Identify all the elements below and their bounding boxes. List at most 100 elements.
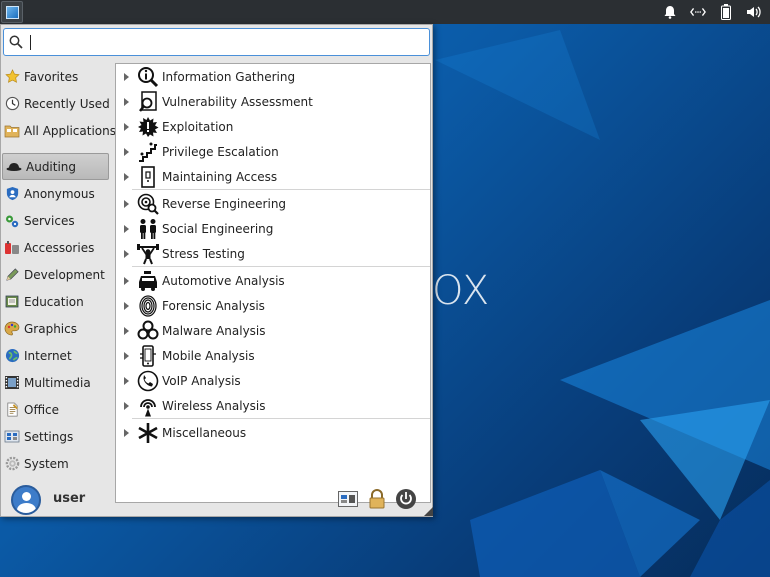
category-graphics[interactable]: Graphics xyxy=(1,315,113,342)
category-label: Favorites xyxy=(24,69,79,84)
settings-manager-button[interactable] xyxy=(336,488,360,512)
settings-panel-icon xyxy=(4,429,20,445)
app-reverse-engineering[interactable]: Reverse Engineering xyxy=(116,191,430,216)
category-label: Internet xyxy=(24,348,72,363)
category-label: Graphics xyxy=(24,321,77,336)
system-tray xyxy=(662,3,762,21)
expand-arrow-icon[interactable] xyxy=(124,147,129,156)
app-privilege-escalation[interactable]: Privilege Escalation xyxy=(116,139,430,164)
expand-arrow-icon[interactable] xyxy=(124,376,129,385)
category-label: Multimedia xyxy=(24,375,91,390)
app-label: Forensic Analysis xyxy=(162,298,265,313)
category-label: All Applications xyxy=(24,123,116,138)
app-label: Exploitation xyxy=(162,119,234,134)
battery-icon[interactable] xyxy=(718,4,734,20)
category-system[interactable]: System xyxy=(1,450,113,477)
network-icon[interactable] xyxy=(690,4,706,20)
bell-icon[interactable] xyxy=(662,4,678,20)
app-maintaining-access[interactable]: Maintaining Access xyxy=(116,164,430,189)
category-education[interactable]: Education xyxy=(1,288,113,315)
doc-search-icon xyxy=(137,90,159,113)
app-label: Maintaining Access xyxy=(162,169,278,184)
category-label: Settings xyxy=(24,429,74,444)
category-internet[interactable]: Internet xyxy=(1,342,113,369)
app-miscellaneous[interactable]: Miscellaneous xyxy=(116,420,430,445)
search-input[interactable] xyxy=(28,32,423,52)
app-malware-analysis[interactable]: Malware Analysis xyxy=(116,318,430,343)
category-multimedia[interactable]: Multimedia xyxy=(1,369,113,396)
gears-icon xyxy=(4,213,20,229)
category-development[interactable]: Development xyxy=(1,261,113,288)
expand-arrow-icon[interactable] xyxy=(124,224,129,233)
magnifier-info-icon xyxy=(137,66,159,88)
expand-arrow-icon[interactable] xyxy=(124,428,129,437)
globe-icon xyxy=(4,348,20,364)
category-anonymous[interactable]: Anonymous xyxy=(1,180,113,207)
expand-arrow-icon[interactable] xyxy=(124,401,129,410)
category-office[interactable]: Office xyxy=(1,396,113,423)
text-cursor xyxy=(30,35,31,50)
category-label: Accessories xyxy=(24,240,95,255)
phone-icon xyxy=(137,370,159,392)
pencil-icon xyxy=(4,267,20,283)
app-forensic-analysis[interactable]: Forensic Analysis xyxy=(116,293,430,318)
app-label: Information Gathering xyxy=(162,69,296,84)
door-icon xyxy=(137,165,159,188)
expand-arrow-icon[interactable] xyxy=(124,301,129,310)
car-icon xyxy=(137,270,159,292)
burst-icon xyxy=(137,116,159,138)
app-voip-analysis[interactable]: VoIP Analysis xyxy=(116,368,430,393)
search-box[interactable] xyxy=(3,28,430,56)
category-label: System xyxy=(24,456,69,471)
user-avatar[interactable] xyxy=(11,485,41,515)
expand-arrow-icon[interactable] xyxy=(124,172,129,181)
category-services[interactable]: Services xyxy=(1,207,113,234)
log-out-button[interactable] xyxy=(394,488,418,512)
people-icon xyxy=(137,218,159,240)
expand-arrow-icon[interactable] xyxy=(124,122,129,131)
fingerprint-icon xyxy=(137,294,159,317)
app-mobile-analysis[interactable]: Mobile Analysis xyxy=(116,343,430,368)
application-menu-button[interactable] xyxy=(1,1,23,23)
expand-arrow-icon[interactable] xyxy=(124,276,129,285)
star-icon xyxy=(4,69,20,85)
user-shield-icon xyxy=(4,186,20,202)
book-icon xyxy=(4,294,20,310)
category-recently-used[interactable]: Recently Used xyxy=(1,90,113,117)
expand-arrow-icon[interactable] xyxy=(124,199,129,208)
expand-arrow-icon[interactable] xyxy=(124,351,129,360)
expand-arrow-icon[interactable] xyxy=(124,326,129,335)
app-vulnerability-assessment[interactable]: Vulnerability Assessment xyxy=(116,89,430,114)
app-stress-testing[interactable]: Stress Testing xyxy=(116,241,430,266)
expand-arrow-icon[interactable] xyxy=(124,97,129,106)
category-favorites[interactable]: Favorites xyxy=(1,63,113,90)
app-wireless-analysis[interactable]: Wireless Analysis xyxy=(116,393,430,418)
category-label: Recently Used xyxy=(24,96,110,111)
lock-screen-button[interactable] xyxy=(365,488,389,512)
resize-grip[interactable] xyxy=(424,507,433,516)
volume-icon[interactable] xyxy=(746,4,762,20)
category-accessories[interactable]: Accessories xyxy=(1,234,113,261)
app-exploitation[interactable]: Exploitation xyxy=(116,114,430,139)
app-label: Automotive Analysis xyxy=(162,273,285,288)
expand-arrow-icon[interactable] xyxy=(124,72,129,81)
category-settings[interactable]: Settings xyxy=(1,423,113,450)
category-label: Development xyxy=(24,267,105,282)
application-list: Information Gathering Vulnerability Asse… xyxy=(115,63,431,503)
film-icon xyxy=(4,375,20,391)
menu-logo-icon xyxy=(6,6,19,19)
app-information-gathering[interactable]: Information Gathering xyxy=(116,64,430,89)
app-label: Stress Testing xyxy=(162,246,245,261)
app-label: Reverse Engineering xyxy=(162,196,287,211)
folder-icon xyxy=(4,123,20,139)
username-label: user xyxy=(53,491,86,506)
app-automotive-analysis[interactable]: Automotive Analysis xyxy=(116,268,430,293)
top-panel xyxy=(0,0,770,24)
weight-lifter-icon xyxy=(137,243,159,265)
category-all-applications[interactable]: All Applications xyxy=(1,117,116,144)
app-social-engineering[interactable]: Social Engineering xyxy=(116,216,430,241)
category-auditing[interactable]: Auditing xyxy=(2,153,109,180)
category-label: Auditing xyxy=(26,159,77,174)
category-label: Services xyxy=(24,213,75,228)
expand-arrow-icon[interactable] xyxy=(124,249,129,258)
